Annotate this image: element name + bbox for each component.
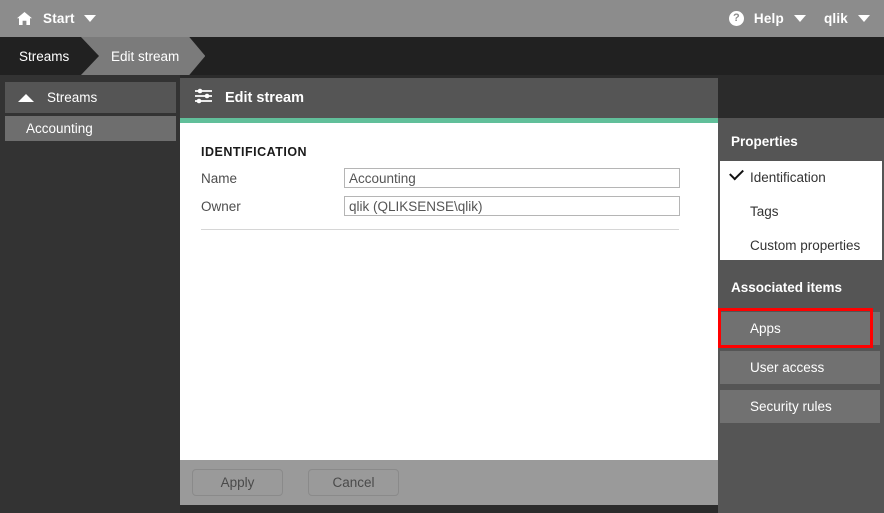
chevron-down-icon[interactable] (793, 15, 806, 22)
property-option-label: Tags (750, 204, 779, 219)
property-option-custom-properties[interactable]: Custom properties (720, 229, 882, 262)
owner-label: Owner (201, 198, 241, 214)
sidebar-section-label: Streams (47, 90, 98, 105)
name-label: Name (201, 170, 238, 186)
owner-input[interactable] (344, 196, 680, 216)
form-footer: Apply Cancel (180, 460, 718, 505)
associated-items-title: Associated items (731, 280, 843, 295)
left-sidebar: Streams Accounting (0, 75, 180, 513)
chevron-up-icon (18, 93, 34, 102)
associated-item-security-rules[interactable]: Security rules (720, 390, 880, 423)
question-circle-icon: ? (728, 11, 744, 26)
associated-item-label: User access (750, 360, 825, 375)
start-menu-button[interactable]: Start (16, 11, 75, 26)
help-menu-button[interactable]: ? Help (728, 11, 806, 26)
field-row-owner: Owner (201, 195, 680, 217)
identification-section-title: IDENTIFICATION (201, 145, 308, 159)
name-input[interactable] (344, 168, 680, 188)
page-title: Edit stream (225, 90, 304, 106)
properties-list: Identification Tags Custom properties (720, 161, 882, 260)
apply-button[interactable]: Apply (192, 469, 283, 496)
property-option-label: Identification (750, 170, 826, 185)
sliders-icon (194, 88, 213, 109)
home-icon (16, 11, 33, 26)
user-menu-button[interactable]: qlik (824, 11, 870, 26)
top-navigation-bar: Start ? Help qlik (0, 0, 884, 37)
check-icon (729, 165, 744, 181)
breadcrumb-label: Streams (19, 48, 70, 64)
breadcrumb-item-streams[interactable]: Streams (0, 37, 90, 75)
property-option-identification[interactable]: Identification (720, 161, 882, 194)
sidebar-item-label: Accounting (26, 121, 93, 136)
right-panel: Properties Identification Tags Custom pr… (718, 118, 884, 513)
properties-title: Properties (731, 134, 798, 149)
associated-item-apps[interactable]: Apps (720, 312, 880, 345)
breadcrumb-label: Edit stream (111, 48, 180, 64)
associated-item-label: Security rules (750, 399, 832, 414)
associated-item-user-access[interactable]: User access (720, 351, 880, 384)
topbar-right-group: ? Help qlik (728, 11, 884, 26)
property-option-label: Custom properties (750, 238, 861, 253)
section-divider (201, 229, 679, 230)
edit-stream-header: Edit stream (180, 78, 718, 118)
user-label: qlik (823, 11, 848, 26)
chevron-down-icon[interactable] (858, 15, 870, 22)
chevron-down-icon[interactable] (83, 15, 96, 22)
topbar-left-group: Start (0, 11, 96, 26)
accent-bar (180, 118, 718, 123)
field-row-name: Name (201, 167, 680, 189)
breadcrumb-item-edit-stream[interactable]: Edit stream (81, 37, 205, 75)
edit-stream-panel: IDENTIFICATION Name Owner (180, 118, 718, 505)
application-window: Start ? Help qlik Streams Edit stream St… (0, 0, 884, 513)
start-label: Start (43, 11, 75, 26)
sidebar-section-streams[interactable]: Streams (5, 82, 176, 113)
associated-item-label: Apps (750, 321, 781, 336)
breadcrumb: Streams Edit stream (0, 37, 884, 75)
property-option-tags[interactable]: Tags (720, 195, 882, 228)
sidebar-item-accounting[interactable]: Accounting (5, 116, 176, 141)
help-label: Help (753, 11, 784, 26)
cancel-button[interactable]: Cancel (308, 469, 399, 496)
